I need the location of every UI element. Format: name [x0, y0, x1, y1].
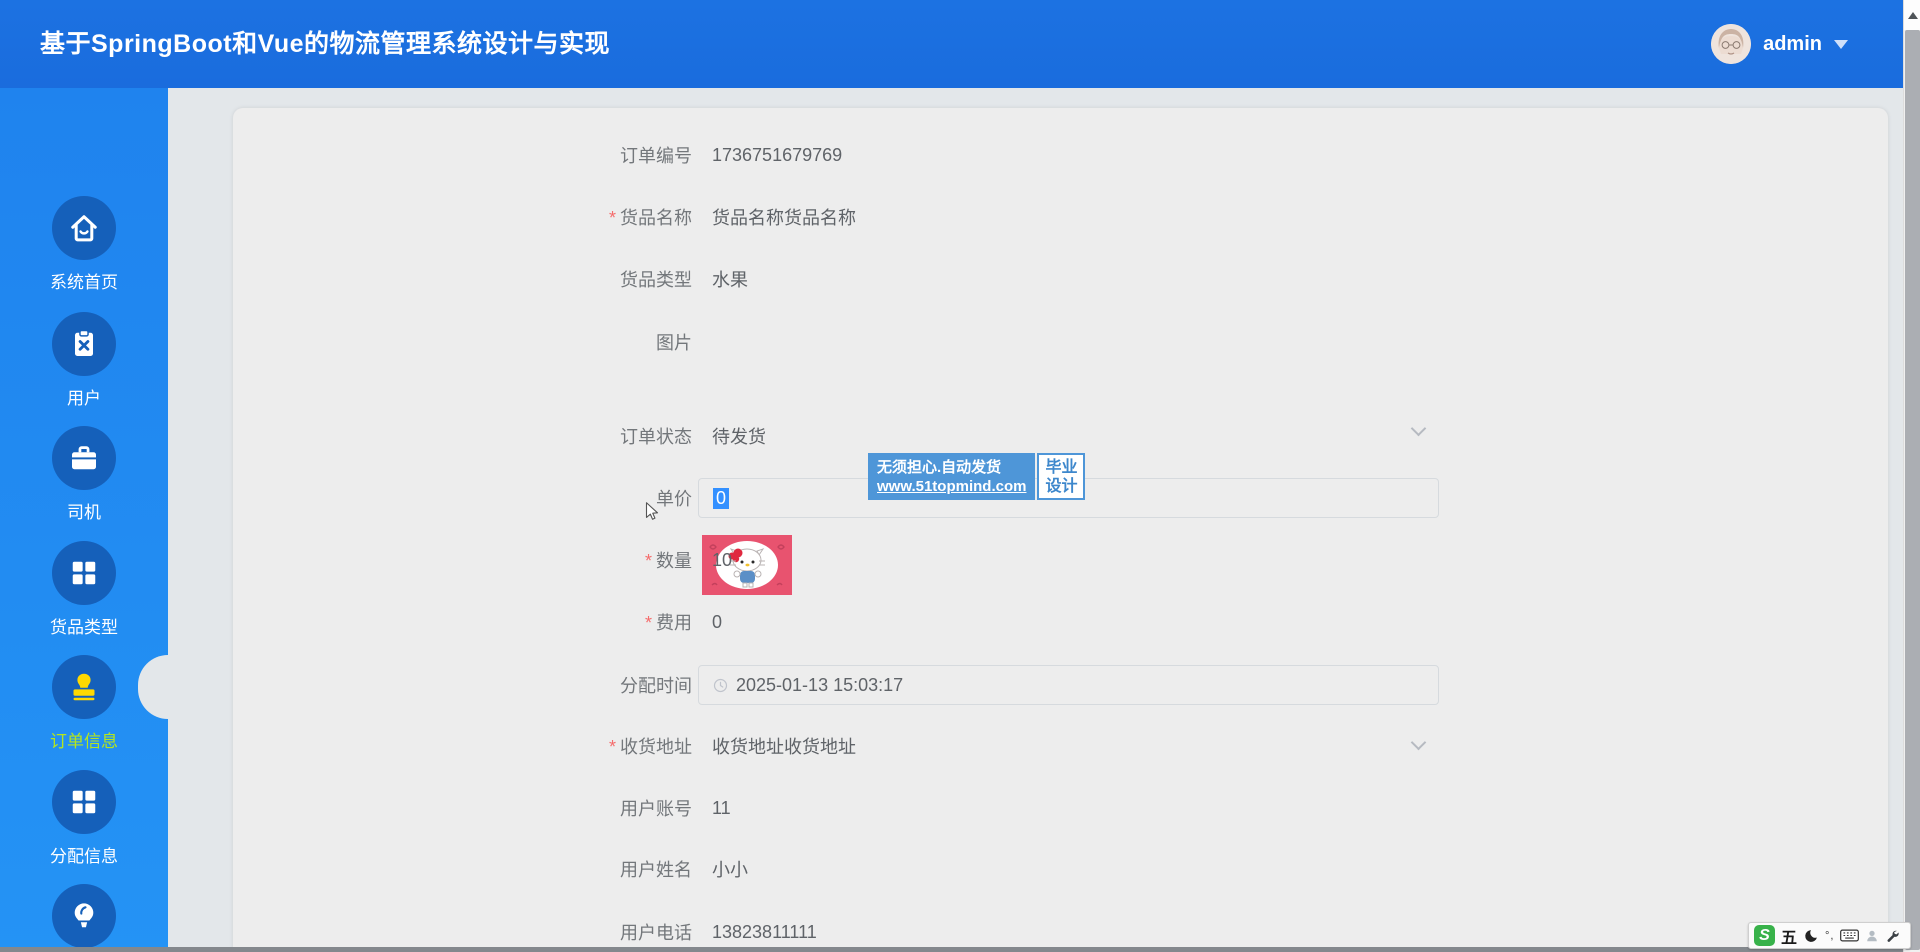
sidebar-item-label: 分配信息	[0, 842, 168, 867]
up-arrow-icon	[1908, 12, 1918, 19]
keyboard-icon[interactable]	[1840, 929, 1859, 942]
watermark-ad-text[interactable]: 无须担心.自动发货 www.51topmind.com	[868, 453, 1035, 500]
page-title: 基于SpringBoot和Vue的物流管理系统设计与实现	[40, 0, 610, 88]
clock-icon	[713, 678, 728, 693]
grid-icon	[52, 770, 116, 834]
sidebar-item-goods-type[interactable]: 货品类型	[0, 541, 168, 638]
watermark-badge: 毕业 设计	[1037, 453, 1085, 500]
sidebar-item-label: 司机	[0, 498, 168, 523]
field-label: *数量	[233, 547, 692, 573]
sidebar: 系统首页 用户 司机 货品类型 订单信息	[0, 88, 168, 952]
field-label: *费用	[233, 609, 692, 635]
punctuation-icon[interactable]: °,	[1825, 930, 1834, 942]
wrench-icon[interactable]	[1885, 929, 1899, 943]
user-icon[interactable]	[1865, 929, 1879, 943]
watermark-ad[interactable]: 无须担心.自动发货 www.51topmind.com 毕业 设计	[868, 453, 1085, 500]
form-row-user-phone: 用户电话 13823811111	[233, 912, 1833, 952]
vertical-scrollbar[interactable]	[1903, 0, 1920, 952]
order-status-select-value[interactable]: 待发货	[712, 423, 766, 449]
form-row-user-name: 用户姓名 小小	[233, 849, 1833, 889]
bulb-icon	[52, 884, 116, 948]
selected-text: 0	[713, 488, 729, 509]
quantity-value: 10	[712, 550, 732, 571]
form-row-goods-type[interactable]: 货品类型 水果	[233, 259, 1833, 299]
app-window: 基于SpringBoot和Vue的物流管理系统设计与实现 admin	[0, 0, 1920, 952]
sogou-logo-icon[interactable]: S	[1754, 925, 1775, 946]
username-label: admin	[1763, 33, 1822, 56]
field-label: 分配时间	[233, 672, 692, 698]
required-marker: *	[609, 737, 616, 757]
watermark-line1: 无须担心.自动发货	[877, 458, 1026, 477]
avatar[interactable]	[1711, 24, 1751, 64]
field-label: 图片	[233, 329, 692, 355]
scroll-up-button[interactable]	[1904, 0, 1920, 30]
allocation-time-value: 2025-01-13 15:03:17	[736, 675, 903, 696]
watermark-url[interactable]: www.51topmind.com	[877, 477, 1026, 496]
address-value: 收货地址收货地址	[712, 733, 856, 759]
form-row-image: 图片	[233, 322, 1833, 362]
form-row-address: *收货地址 收货地址收货地址	[233, 726, 1833, 766]
field-label: *货品名称	[233, 204, 692, 230]
required-marker: *	[645, 613, 652, 633]
form-row-goods-name: *货品名称 货品名称货品名称	[233, 197, 1833, 237]
sidebar-item-home[interactable]: 系统首页	[0, 196, 168, 293]
goods-type-select-value[interactable]: 水果	[712, 266, 748, 292]
sidebar-item-label: 货品类型	[0, 613, 168, 638]
field-label: 用户电话	[233, 919, 692, 945]
user-name-value: 小小	[712, 856, 748, 882]
form-row-fee: *费用 0	[233, 602, 1833, 642]
form-row-quantity: *数量 10	[233, 540, 1833, 580]
user-account-value: 11	[712, 798, 731, 819]
allocation-time-input[interactable]: 2025-01-13 15:03:17	[698, 665, 1439, 705]
sidebar-item-users[interactable]: 用户	[0, 312, 168, 409]
required-marker: *	[645, 551, 652, 571]
moon-icon[interactable]	[1803, 928, 1819, 944]
order-number-value: 1736751679769	[712, 145, 842, 166]
field-label: 货品类型	[233, 266, 692, 292]
form-row-user-account: 用户账号 11	[233, 788, 1833, 828]
app-header: 基于SpringBoot和Vue的物流管理系统设计与实现 admin	[0, 0, 1903, 88]
sidebar-item-logistics[interactable]: 物流信息	[0, 884, 168, 952]
mouse-cursor	[641, 500, 663, 527]
taskbar-edge	[0, 947, 1903, 952]
form-row-order-number: 订单编号 1736751679769	[233, 135, 1833, 175]
field-label: 用户账号	[233, 795, 692, 821]
sidebar-item-label: 用户	[0, 384, 168, 409]
field-label: 单价	[233, 485, 692, 511]
ime-toolbar[interactable]: S 五 °,	[1748, 922, 1911, 949]
sidebar-item-drivers[interactable]: 司机	[0, 426, 168, 523]
goods-name-value: 货品名称货品名称	[712, 204, 856, 230]
sidebar-item-label: 订单信息	[0, 727, 168, 752]
form-row-order-status[interactable]: 订单状态 待发货	[233, 416, 1833, 456]
field-label: 用户姓名	[233, 856, 692, 882]
scrollbar-thumb[interactable]	[1905, 30, 1920, 950]
briefcase-icon	[52, 426, 116, 490]
user-phone-value: 13823811111	[712, 922, 817, 943]
field-label: 订单编号	[233, 142, 692, 168]
required-marker: *	[609, 208, 616, 228]
form-row-allocation-time: 分配时间 2025-01-13 15:03:17	[233, 665, 1833, 705]
grid-icon	[52, 541, 116, 605]
field-label: *收货地址	[233, 733, 692, 759]
field-label: 订单状态	[233, 423, 692, 449]
sidebar-item-label: 系统首页	[0, 268, 168, 293]
home-icon	[52, 196, 116, 260]
ime-mode-button[interactable]: 五	[1781, 924, 1797, 948]
avatar-image	[1711, 24, 1751, 64]
stamp-icon	[52, 655, 116, 719]
order-detail-panel: 订单编号 1736751679769 *货品名称 货品名称货品名称 货品类型 水…	[233, 108, 1888, 952]
clipboard-x-icon	[52, 312, 116, 376]
sidebar-item-allocation[interactable]: 分配信息	[0, 770, 168, 867]
user-menu[interactable]: admin	[1711, 0, 1848, 88]
chevron-down-icon	[1834, 40, 1848, 49]
fee-value: 0	[712, 612, 722, 633]
